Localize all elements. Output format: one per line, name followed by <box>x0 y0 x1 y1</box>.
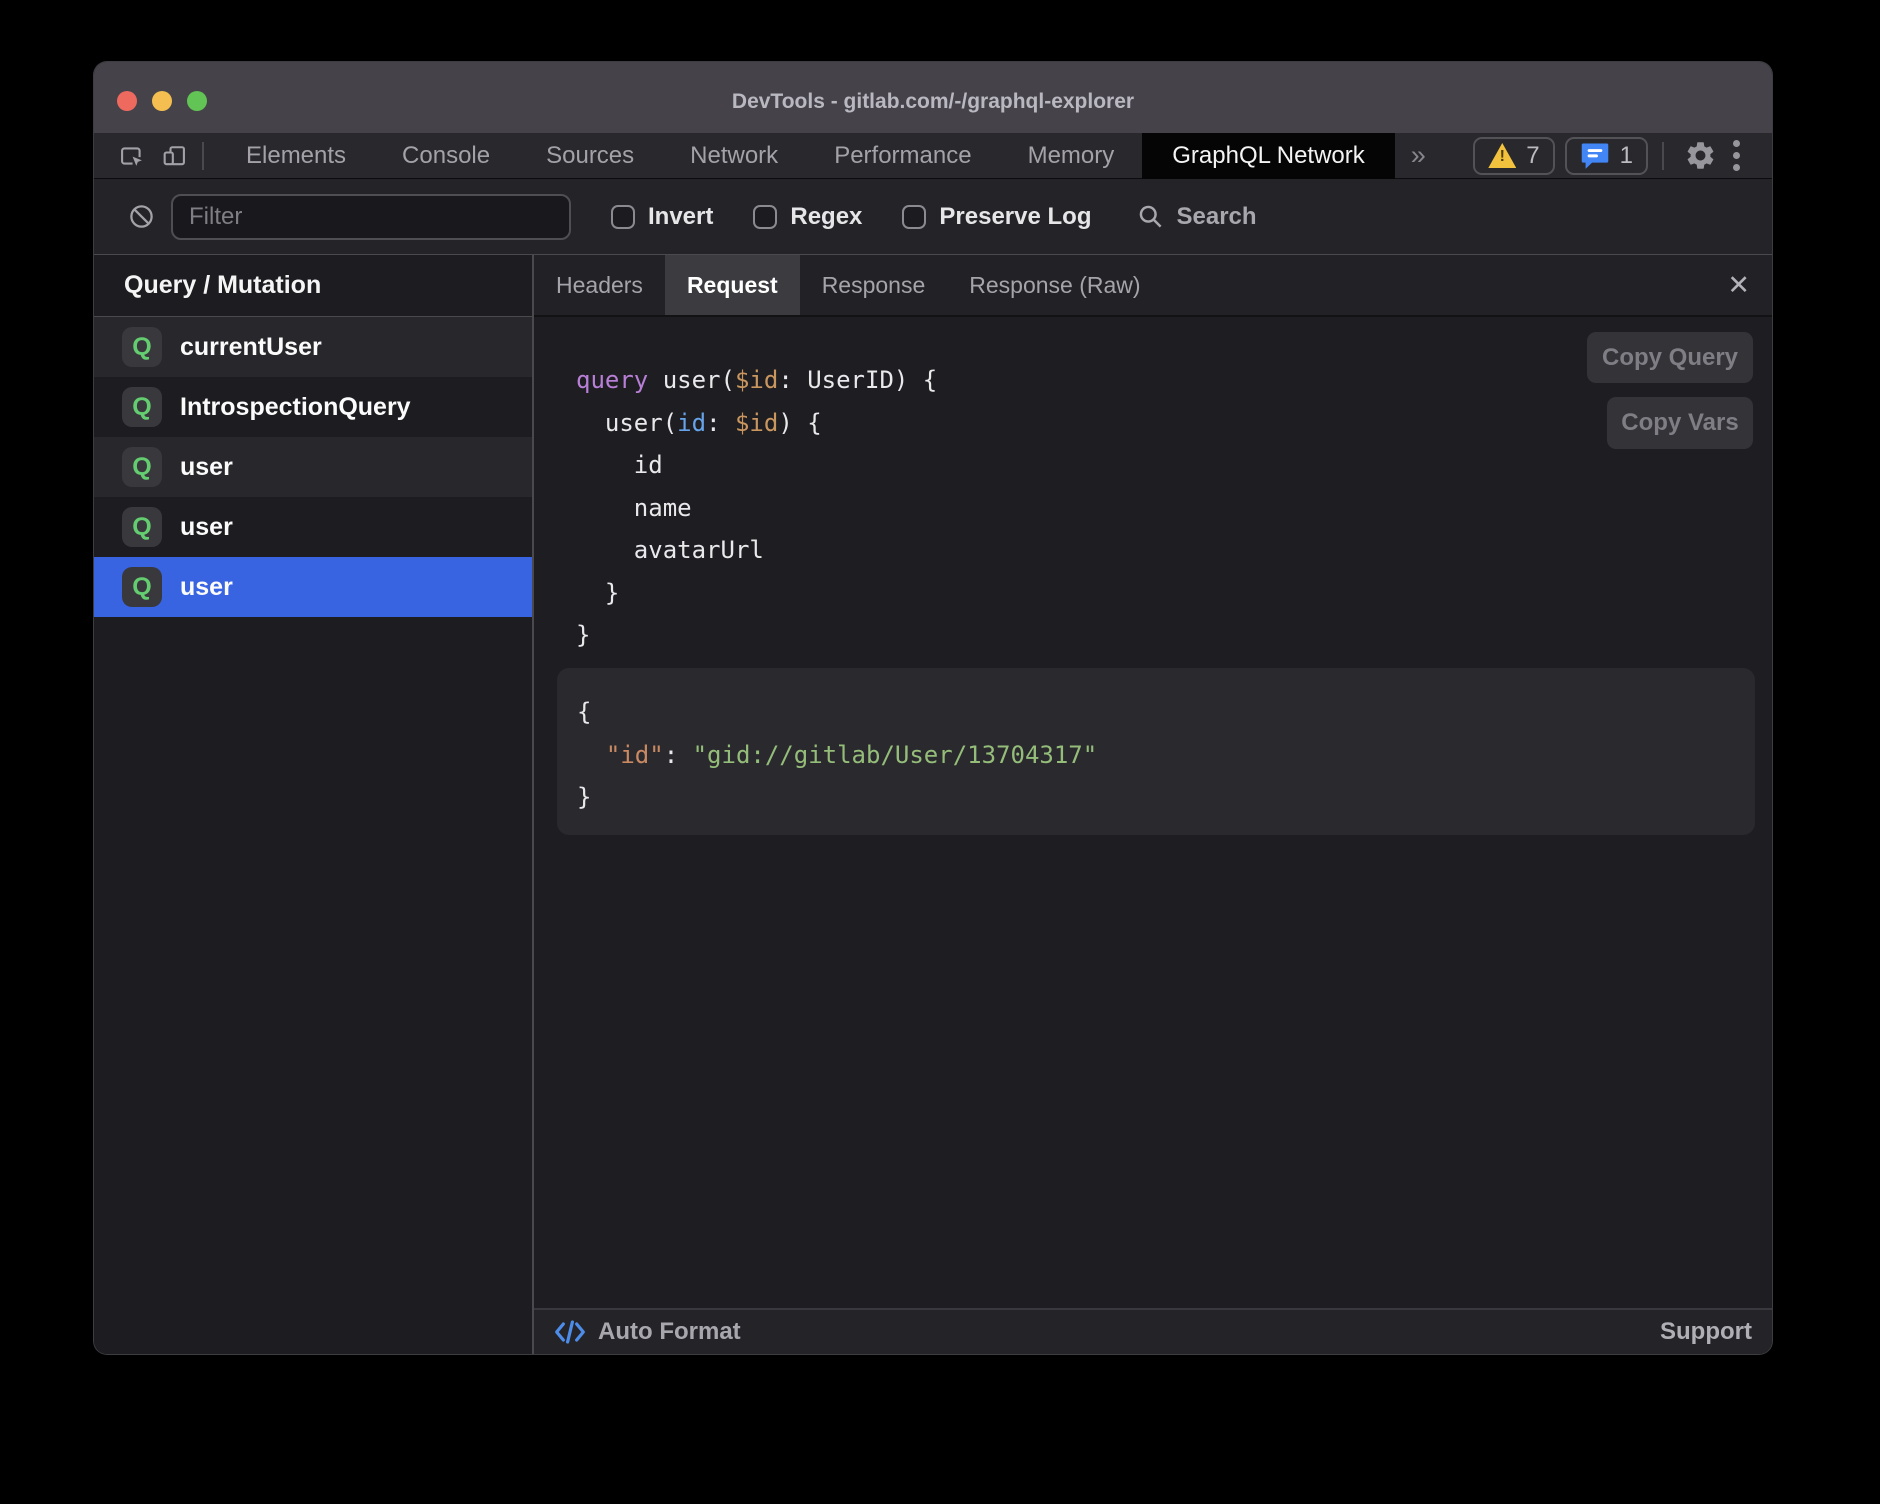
query-type-icon: Q <box>122 447 162 487</box>
kebab-dot-icon <box>1733 140 1740 147</box>
kebab-dot-icon <box>1733 152 1740 159</box>
query-list-header: Query / Mutation <box>94 255 532 317</box>
kebab-menu-button[interactable] <box>1723 134 1750 177</box>
gear-icon <box>1684 139 1717 172</box>
issue-count: 1 <box>1620 142 1633 170</box>
issues-badge[interactable]: 1 <box>1565 137 1648 175</box>
toolbar-divider <box>1662 142 1664 170</box>
regex-checkbox[interactable]: Regex <box>753 203 862 231</box>
window-title: DevTools - gitlab.com/-/graphql-explorer <box>94 62 1772 133</box>
variables-block: { "id": "gid://gitlab/User/13704317"} <box>557 668 1755 835</box>
list-item-user-3-selected[interactable]: Q user <box>94 557 532 617</box>
detail-footer: Auto Format Support <box>534 1308 1772 1354</box>
list-item-label: user <box>180 513 233 542</box>
list-item-label: IntrospectionQuery <box>180 393 411 422</box>
close-detail-button[interactable]: ✕ <box>1719 255 1758 315</box>
warnings-badge[interactable]: 7 <box>1473 137 1554 175</box>
warning-count: 7 <box>1526 142 1539 170</box>
device-toolbar-icon <box>160 142 188 170</box>
filter-bar: Invert Regex Preserve Log Search <box>94 179 1772 255</box>
tab-graphql-network[interactable]: GraphQL Network <box>1142 133 1395 179</box>
regex-label: Regex <box>790 203 862 231</box>
preserve-log-label: Preserve Log <box>939 203 1091 231</box>
request-detail-panel: Headers Request Response Response (Raw) … <box>534 255 1772 1354</box>
device-toolbar-button[interactable] <box>160 139 188 173</box>
inspect-element-button[interactable] <box>118 139 146 173</box>
search-icon <box>1137 203 1164 230</box>
kebab-dot-icon <box>1733 164 1740 171</box>
list-item-introspectionquery[interactable]: Q IntrospectionQuery <box>94 377 532 437</box>
support-link[interactable]: Support <box>1660 1318 1752 1346</box>
tab-request[interactable]: Request <box>665 255 800 315</box>
main-area: Query / Mutation Q currentUser Q Introsp… <box>94 255 1772 1354</box>
tab-sources[interactable]: Sources <box>518 133 662 179</box>
graphql-query-code: query user($id: UserID) { user(id: $id) … <box>576 359 937 657</box>
invert-label: Invert <box>648 203 713 231</box>
list-item-user-1[interactable]: Q user <box>94 437 532 497</box>
query-type-icon: Q <box>122 387 162 427</box>
chevron-double-right-icon: » <box>1411 140 1426 170</box>
warning-icon <box>1488 143 1516 168</box>
detail-tab-strip: Headers Request Response Response (Raw) … <box>534 255 1772 317</box>
code-format-icon <box>554 1319 586 1345</box>
block-icon <box>128 203 155 230</box>
tab-performance[interactable]: Performance <box>806 133 999 179</box>
query-type-icon: Q <box>122 567 162 607</box>
title-bar: DevTools - gitlab.com/-/graphql-explorer <box>94 62 1772 133</box>
more-tabs-button[interactable]: » <box>1411 140 1426 171</box>
devtools-window: DevTools - gitlab.com/-/graphql-explorer… <box>94 62 1772 1354</box>
invert-checkbox[interactable]: Invert <box>611 203 713 231</box>
settings-button[interactable] <box>1684 139 1717 172</box>
tab-response-raw[interactable]: Response (Raw) <box>947 255 1162 315</box>
query-type-icon: Q <box>122 507 162 547</box>
copy-query-button[interactable]: Copy Query <box>1587 332 1753 383</box>
search-label: Search <box>1176 203 1256 231</box>
devtools-tab-bar: Elements Console Sources Network Perform… <box>94 133 1772 179</box>
preserve-log-checkbox[interactable]: Preserve Log <box>902 203 1091 231</box>
tab-headers[interactable]: Headers <box>534 255 665 315</box>
list-item-label: user <box>180 573 233 602</box>
copy-vars-button[interactable]: Copy Vars <box>1607 397 1753 449</box>
variables-json: { "id": "gid://gitlab/User/13704317"} <box>577 691 1755 819</box>
auto-format-button[interactable]: Auto Format <box>554 1318 741 1346</box>
query-type-icon: Q <box>122 327 162 367</box>
tab-console[interactable]: Console <box>374 133 518 179</box>
list-item-user-2[interactable]: Q user <box>94 497 532 557</box>
auto-format-label: Auto Format <box>598 1318 741 1346</box>
close-icon: ✕ <box>1727 270 1750 301</box>
query-list-panel: Query / Mutation Q currentUser Q Introsp… <box>94 255 534 1354</box>
toolbar-right-cluster: 7 1 <box>1473 134 1772 177</box>
list-item-label: user <box>180 453 233 482</box>
tab-memory[interactable]: Memory <box>1000 133 1143 179</box>
toolbar-divider <box>202 142 204 170</box>
search-button[interactable]: Search <box>1137 203 1256 231</box>
request-body: Copy Query Copy Vars query user($id: Use… <box>534 317 1772 1308</box>
tab-elements[interactable]: Elements <box>218 133 374 179</box>
message-icon <box>1580 142 1610 170</box>
checkbox-icon <box>611 205 635 229</box>
checkbox-icon <box>902 205 926 229</box>
clear-button[interactable] <box>128 203 155 230</box>
inspect-cursor-icon <box>118 142 146 170</box>
checkbox-icon <box>753 205 777 229</box>
filter-input[interactable] <box>171 194 571 240</box>
tab-response[interactable]: Response <box>800 255 948 315</box>
list-item-currentuser[interactable]: Q currentUser <box>94 317 532 377</box>
list-item-label: currentUser <box>180 333 322 362</box>
tab-network[interactable]: Network <box>662 133 806 179</box>
